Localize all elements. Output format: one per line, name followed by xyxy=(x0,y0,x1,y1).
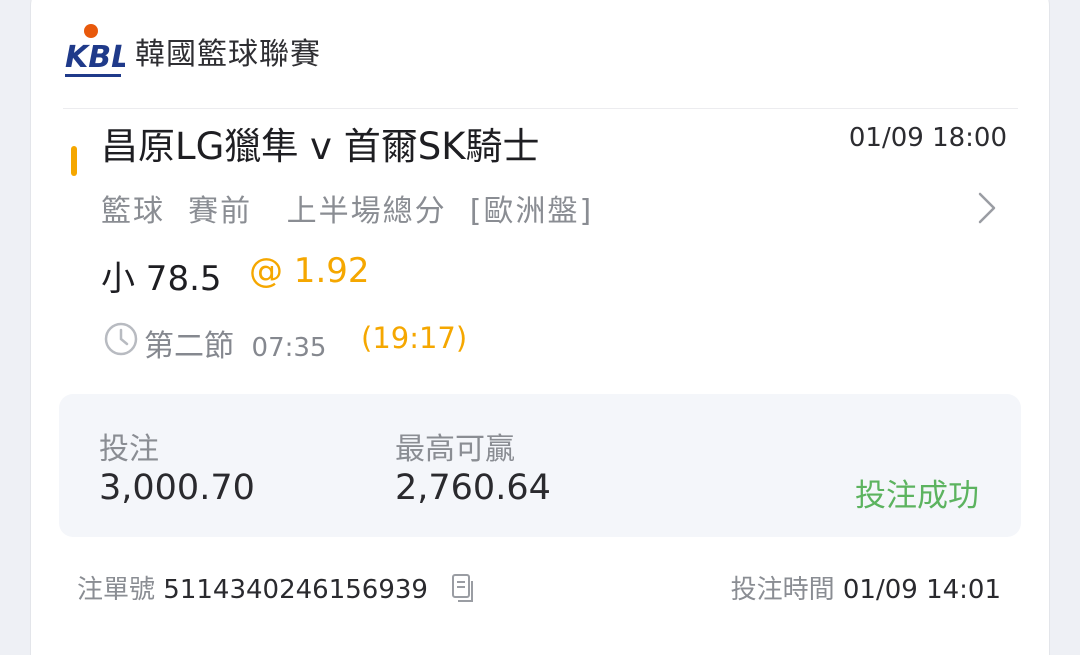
score-time: (19:17) xyxy=(361,321,468,355)
league-name: 韓國籃球聯賽 xyxy=(135,37,321,72)
max-win-value: 2,760.64 xyxy=(395,468,551,508)
game-clock: 07:35 xyxy=(251,333,327,363)
max-win-label: 最高可贏 xyxy=(395,432,515,467)
stake-value: 3,000.70 xyxy=(99,468,255,508)
game-period: 第二節 07:35 xyxy=(144,321,326,365)
bet-time-value: 01/09 14:01 xyxy=(842,575,1001,605)
bet-slip-card[interactable]: KBL 韓國籃球聯賽 昌原LG獵隼 v 首爾SK騎士 01/09 18:00 籃… xyxy=(30,0,1050,655)
bet-id-label: 注單號 xyxy=(77,575,156,605)
svg-text:KBL: KBL xyxy=(65,40,125,75)
chevron-right-icon[interactable] xyxy=(975,191,999,225)
copy-icon[interactable] xyxy=(450,573,476,603)
bet-summary-panel: 投注 3,000.70 最高可贏 2,760.64 投注成功 xyxy=(59,394,1021,537)
bet-odds: @ 1.92 xyxy=(249,251,370,291)
accent-bar xyxy=(71,146,77,176)
period-label: 第二節 xyxy=(144,329,234,364)
match-title: 昌原LG獵隼 v 首爾SK騎士 xyxy=(101,125,540,168)
bet-time-label: 投注時間 xyxy=(730,575,835,605)
match-start-time: 01/09 18:00 xyxy=(848,123,1007,153)
league-header: KBL 韓國籃球聯賽 xyxy=(63,11,1018,109)
bet-selection: 小 78.5 xyxy=(101,259,222,299)
bet-id-value: 5114340246156939 xyxy=(163,575,428,605)
clock-icon xyxy=(104,322,138,356)
bet-time-row: 投注時間 01/09 14:01 xyxy=(731,569,1001,606)
kbl-logo-icon: KBL xyxy=(65,24,125,77)
bet-id-row: 注單號 5114340246156939 xyxy=(77,569,476,606)
market-description: 籃球 賽前 上半場總分 [歐洲盤] xyxy=(101,194,594,229)
bet-status-badge: 投注成功 xyxy=(855,478,979,514)
stake-label: 投注 xyxy=(99,432,159,467)
